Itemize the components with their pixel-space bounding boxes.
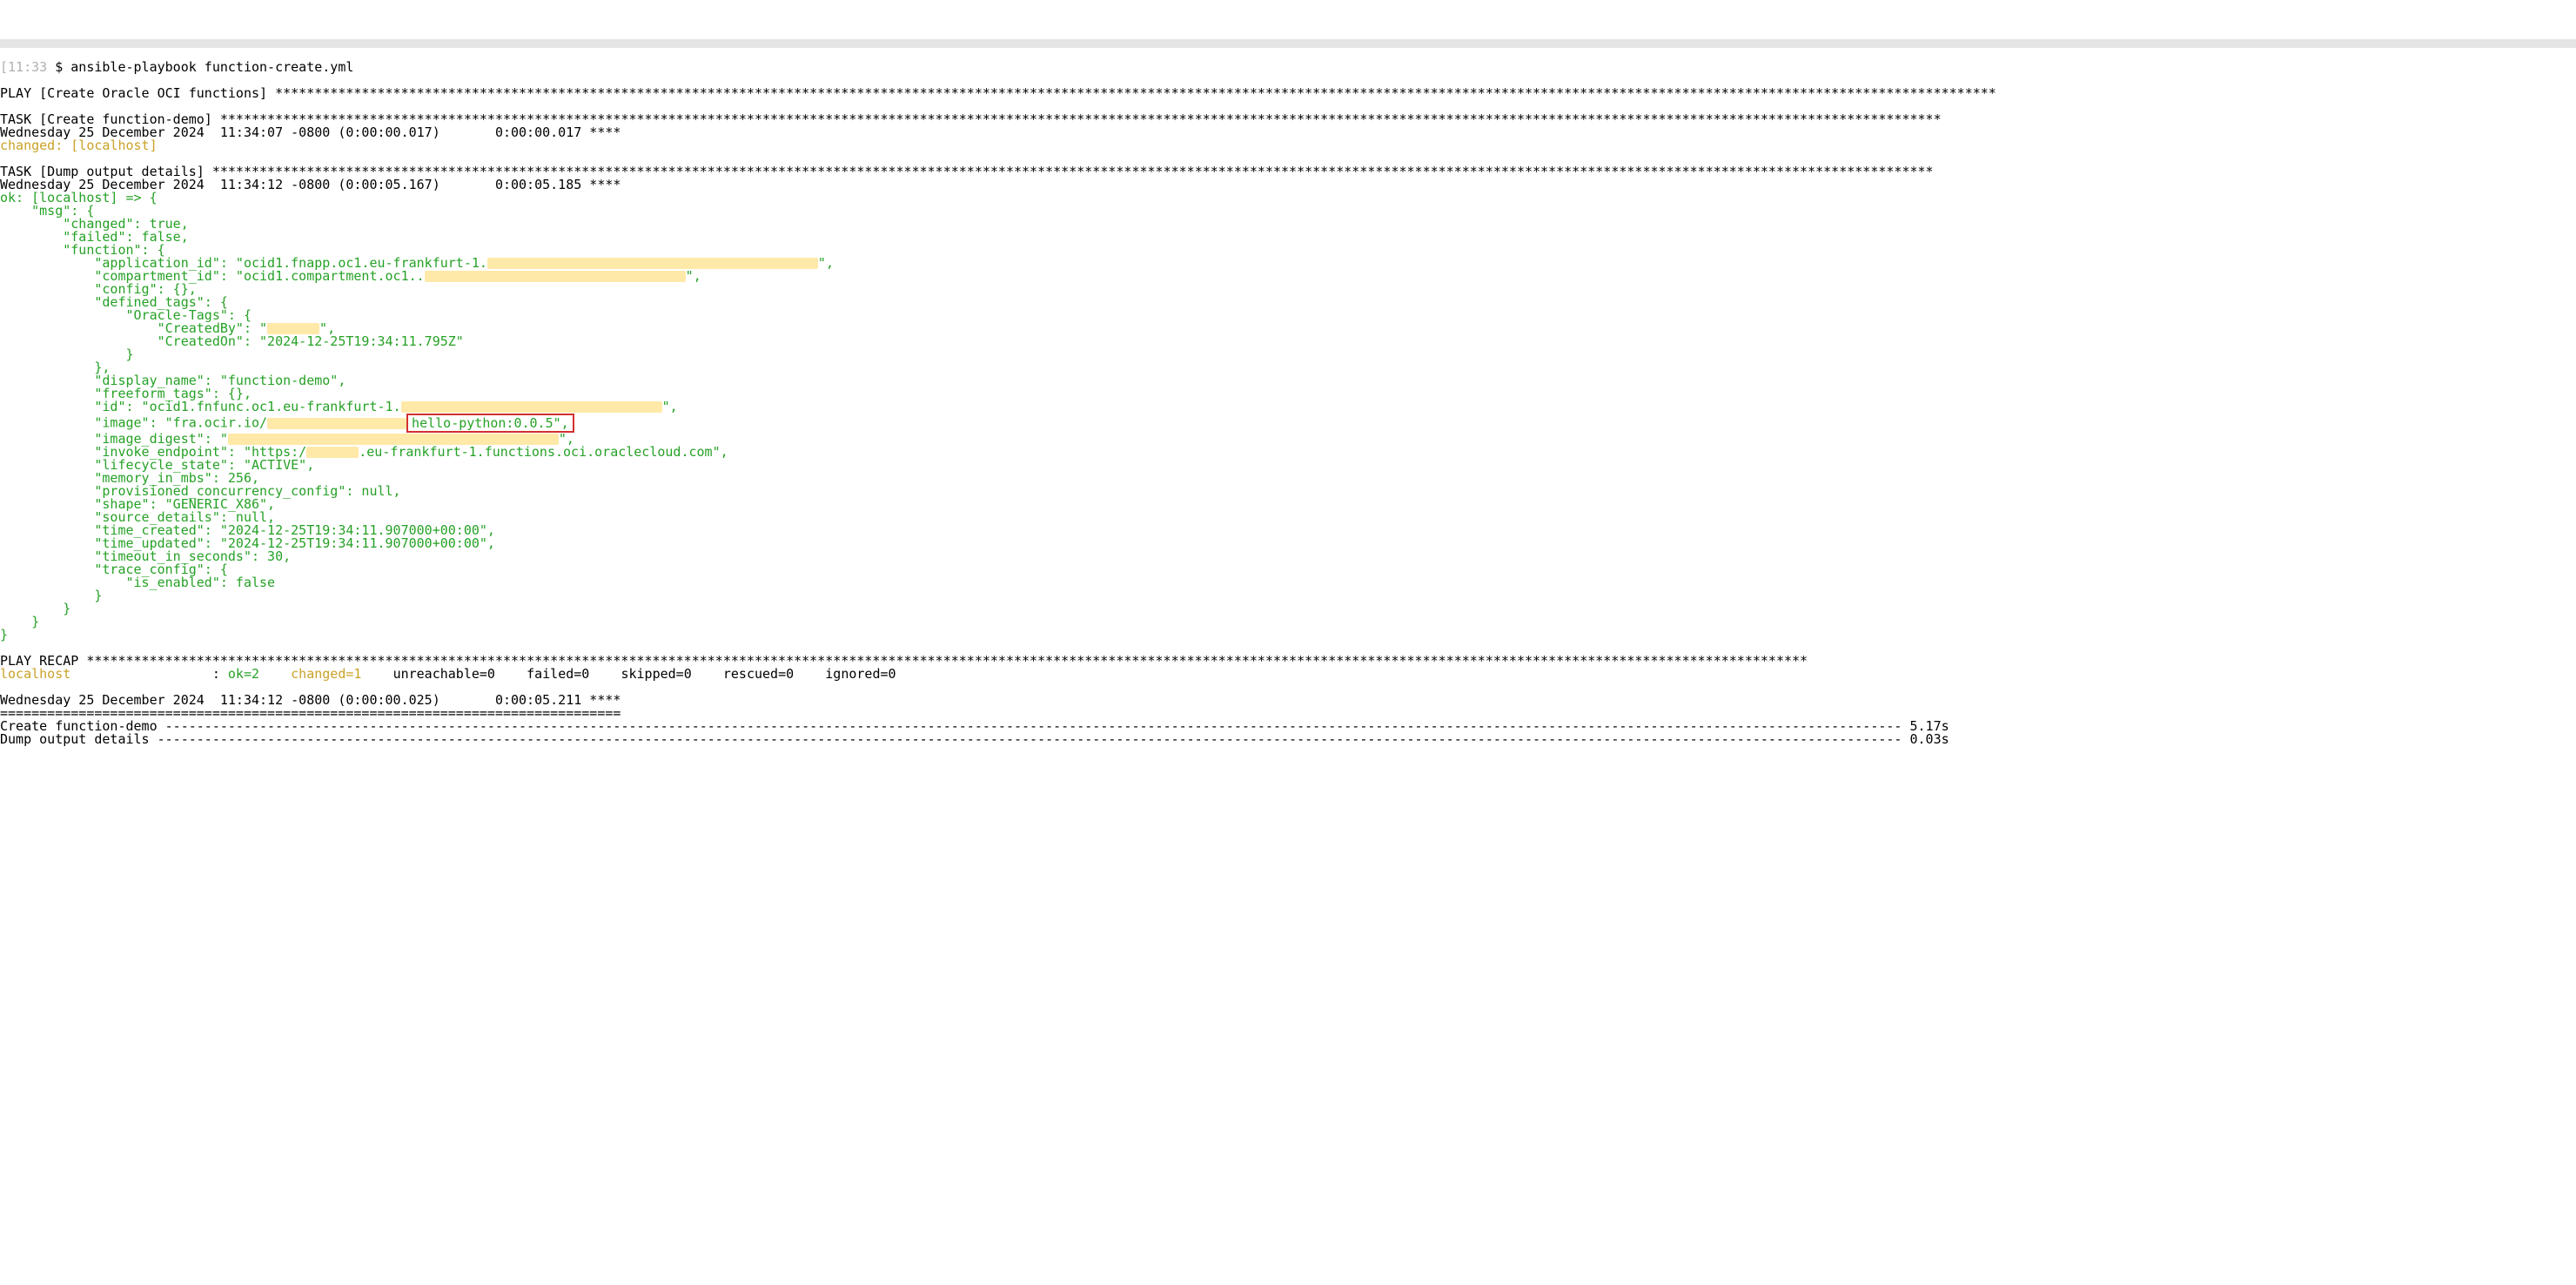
recap-rest: unreachable=0 failed=0 skipped=0 rescued…	[393, 666, 896, 682]
shell-prompt: $	[55, 59, 63, 75]
recap-ok: ok=2	[228, 666, 259, 682]
comp-tail: ",	[686, 268, 701, 284]
task1-status: changed: [localhost]	[0, 138, 158, 153]
image-highlight-box: hello-python:0.0.5",	[406, 414, 574, 433]
root-close: }	[0, 627, 8, 642]
image-tag: hello-python:0.0.5",	[412, 415, 569, 431]
prompt-timestamp: [11:33	[0, 59, 47, 75]
kv-id: "id": "ocid1.fnfunc.oc1.eu-frankfurt-1.	[0, 399, 401, 414]
redacted-compartment-id	[425, 271, 686, 282]
shell-command[interactable]: ansible-playbook function-create.yml	[70, 59, 353, 75]
redacted-image-namespace	[267, 418, 406, 429]
invoke-tail: .eu-frankfurt-1.functions.oci.oracleclou…	[359, 444, 728, 460]
recap-row2-time: 0.03s	[1909, 731, 1949, 747]
recap-host: localhost	[0, 666, 70, 682]
kv-image: "image": "fra.ocir.io/	[0, 415, 267, 431]
recap-changed: changed=1	[291, 666, 361, 682]
recap-row2-name: Dump output details	[0, 731, 150, 747]
redacted-fn-id	[401, 401, 662, 413]
header-rule: ****************************************…	[275, 85, 1996, 101]
id-tail: ",	[662, 399, 678, 414]
redacted-application-id	[487, 258, 818, 269]
appid-tail: ",	[818, 255, 834, 271]
window-top-bar	[0, 39, 2576, 48]
play-header: PLAY [Create Oracle OCI functions]	[0, 85, 267, 101]
